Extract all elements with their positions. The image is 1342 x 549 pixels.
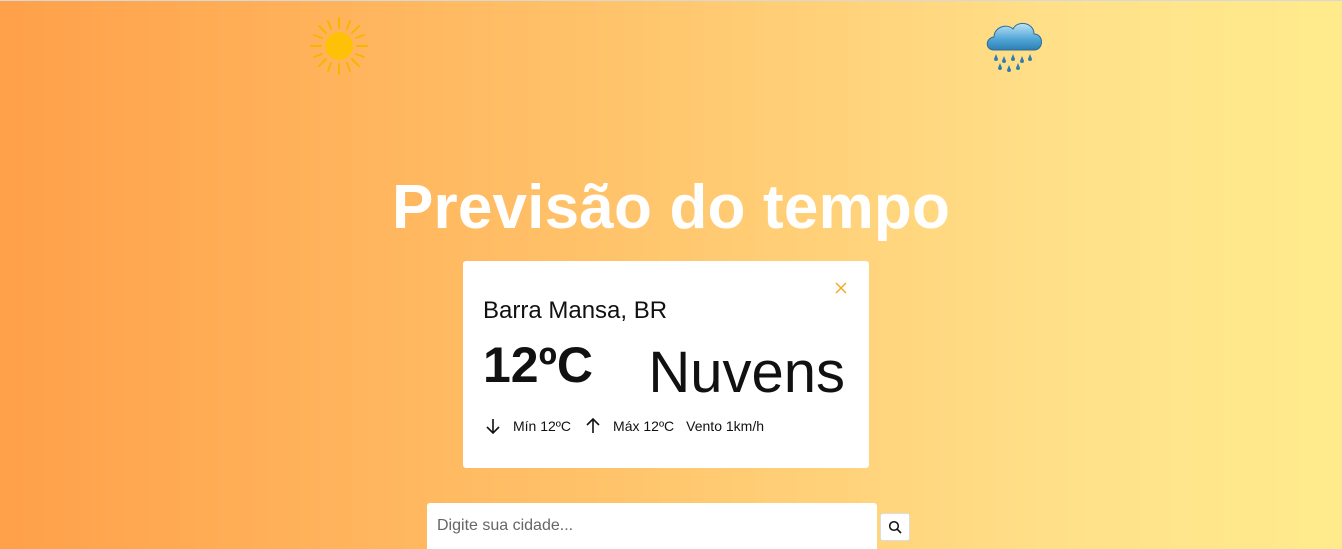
wind-speed: Vento 1km/h bbox=[686, 418, 764, 434]
city-name: Barra Mansa, BR bbox=[483, 297, 668, 324]
top-border bbox=[0, 0, 1342, 1]
min-temperature: Mín 12ºC bbox=[513, 418, 572, 434]
arrow-up-icon bbox=[586, 417, 600, 433]
close-icon[interactable] bbox=[833, 280, 849, 296]
temperature-value: 12ºC bbox=[483, 337, 593, 393]
search-button[interactable] bbox=[880, 513, 910, 541]
city-search-input[interactable] bbox=[427, 503, 877, 549]
rain-cloud-icon bbox=[986, 22, 1042, 72]
weather-condition: Nuvens bbox=[648, 340, 845, 405]
max-temperature: Máx 12ºC bbox=[613, 418, 675, 434]
weather-card: Barra Mansa, BR 12ºC Nuvens Mín 12ºC Máx… bbox=[463, 261, 869, 468]
search-icon bbox=[888, 520, 902, 534]
arrow-down-icon bbox=[486, 419, 500, 435]
weather-details: Mín 12ºC Máx 12ºC Vento 1km/h bbox=[483, 415, 776, 437]
page-title: Previsão do tempo bbox=[391, 173, 951, 242]
sun-icon bbox=[310, 17, 368, 75]
